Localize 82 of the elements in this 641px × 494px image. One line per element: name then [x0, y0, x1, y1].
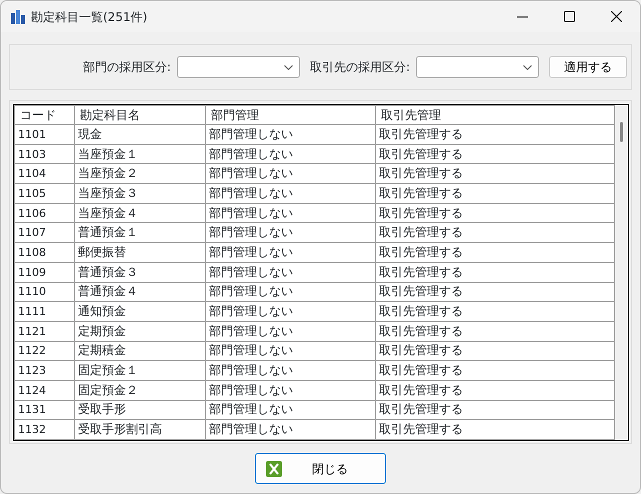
table-cell: 1111 [14, 302, 74, 322]
table-cell: 1104 [14, 164, 74, 184]
table-cell: 部門管理しない [206, 262, 376, 282]
table-cell: 部門管理しない [206, 420, 376, 440]
table-cell: 部門管理しない [206, 144, 376, 164]
filter-label: 取引先の採用区分: [310, 59, 410, 76]
table-cell: 1106 [14, 203, 74, 223]
table-cell: 取引先管理する [376, 380, 614, 400]
table-cell: 部門管理しない [206, 380, 376, 400]
table-cell: 1101 [14, 124, 74, 144]
table-cell: 固定預金２ [74, 380, 206, 400]
table-cell: 受取手形 [74, 400, 206, 420]
table-cell: 取引先管理する [376, 282, 614, 302]
close-icon [611, 11, 622, 22]
table-cell: 取引先管理する [376, 203, 614, 223]
table-cell: 1108 [14, 242, 74, 262]
table-cell: 定期預金 [74, 321, 206, 342]
table-cell: 部門管理しない [206, 282, 376, 302]
table-cell: 定期積金 [74, 341, 206, 361]
table-cell: 1123 [14, 360, 74, 380]
table-cell: 取引先管理する [376, 400, 614, 420]
table-cell: 当座預金３ [74, 184, 206, 204]
maximize-icon [564, 11, 575, 22]
table-cell: 普通預金３ [74, 262, 206, 282]
table-cell: 普通預金１ [74, 222, 206, 243]
table-cell: 部門管理しない [206, 124, 376, 144]
table-cell: 部門管理しない [206, 184, 376, 204]
table-cell: 取引先管理する [376, 420, 614, 440]
column-header[interactable]: 部門管理 [206, 106, 376, 124]
table-cell: 普通預金４ [74, 282, 206, 302]
table-cell: 取引先管理する [376, 360, 614, 380]
table-cell: 1105 [14, 184, 74, 204]
apply-button[interactable]: 適用する [549, 56, 627, 78]
table-cell: 1122 [14, 341, 74, 361]
dropdown[interactable] [176, 56, 300, 78]
table-cell: 部門管理しない [206, 242, 376, 262]
table-cell: 取引先管理する [376, 164, 614, 184]
table-cell: 当座預金１ [74, 144, 206, 164]
table-cell: 1124 [14, 380, 74, 400]
table-cell: 当座預金４ [74, 203, 206, 223]
table-cell: 受取手形割引高 [74, 420, 206, 440]
table-cell: 部門管理しない [206, 222, 376, 243]
table-cell: 取引先管理する [376, 242, 614, 262]
table-cell: 取引先管理する [376, 341, 614, 361]
column-header[interactable]: コード [14, 106, 74, 124]
filter-label: 部門の採用区分: [82, 59, 171, 76]
table-cell: 当座預金２ [74, 164, 206, 184]
table-cell: 取引先管理する [376, 184, 614, 204]
table-cell: 1103 [14, 144, 74, 164]
table-cell: 部門管理しない [206, 360, 376, 380]
column-header[interactable]: 取引先管理 [376, 106, 614, 124]
table-cell: 1132 [14, 420, 74, 440]
table-cell: 現金 [74, 124, 206, 144]
table-cell: 部門管理しない [206, 400, 376, 420]
table-cell: 郵便振替 [74, 242, 206, 262]
table-cell: 取引先管理する [376, 222, 614, 243]
x-icon [266, 460, 282, 477]
app-icon [11, 10, 25, 24]
table-cell: 部門管理しない [206, 302, 376, 322]
table-cell: 1109 [14, 262, 74, 282]
table-cell: 部門管理しない [206, 321, 376, 342]
dropdown[interactable] [416, 56, 539, 78]
window-title: 勘定科目一覧(251件) [31, 8, 148, 26]
table-cell: 取引先管理する [376, 321, 614, 342]
table-cell: 1131 [14, 400, 74, 420]
column-header[interactable]: 勘定科目名 [74, 106, 206, 124]
close-button[interactable]: 閉じる [255, 453, 386, 484]
table-cell: 取引先管理する [376, 144, 614, 164]
table-cell: 取引先管理する [376, 124, 614, 144]
table-cell: 1121 [14, 321, 74, 342]
table-cell: 部門管理しない [206, 164, 376, 184]
table-cell: 1107 [14, 222, 74, 243]
table-cell: 部門管理しない [206, 341, 376, 361]
table-cell: 通知預金 [74, 302, 206, 322]
table-cell: 取引先管理する [376, 302, 614, 322]
table-cell: 固定預金１ [74, 360, 206, 380]
table-cell: 取引先管理する [376, 262, 614, 282]
chevron-down-icon [284, 64, 293, 70]
table-cell: 1110 [14, 282, 74, 302]
chevron-down-icon [523, 64, 532, 70]
table-cell: 部門管理しない [206, 203, 376, 223]
scrollbar[interactable] [615, 105, 628, 440]
